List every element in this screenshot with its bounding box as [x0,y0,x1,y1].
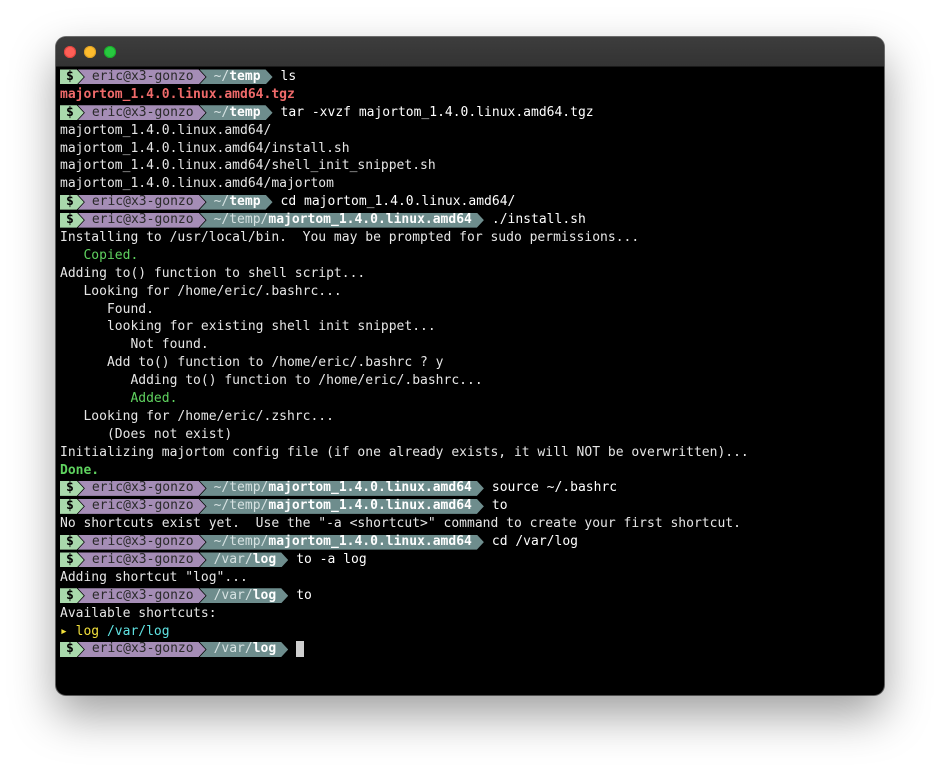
path-prefix: /var/ [213,641,253,657]
command-text: ./install.sh [491,212,586,228]
path-prefix: ~/temp/ [213,498,269,514]
prompt-user: eric@x3-gonzo [78,69,206,84]
prompt-path: /var/log [200,552,289,567]
output-line: Copied. [60,247,139,263]
path-current: majortom_1.4.0.linux.amd64 [268,534,472,550]
prompt-path: ~/temp/majortom_1.4.0.linux.amd64 [200,535,484,550]
prompt-path: ~/temp/majortom_1.4.0.linux.amd64 [200,213,484,228]
prompt-line: $ eric@x3-gonzo ~/temp tar -xvzf majorto… [60,104,880,122]
path-prefix: ~/temp/ [213,212,269,228]
path-current: log [252,587,277,603]
command-text: ls [280,69,297,84]
prompt-line: $ eric@x3-gonzo ~/temp/majortom_1.4.0.li… [60,533,880,551]
terminal-window: $ eric@x3-gonzo ~/temp ls majortom_1.4.0… [56,37,884,695]
output-line: Installing to /usr/local/bin. You may be… [60,230,640,246]
command-text: to [491,498,508,514]
prompt-user: eric@x3-gonzo [78,195,206,210]
prompt-user: eric@x3-gonzo [78,213,206,228]
prompt-path: /var/log [200,588,289,603]
terminal-screen[interactable]: $ eric@x3-gonzo ~/temp ls majortom_1.4.0… [60,68,880,691]
output-line: Add to() function to /home/eric/.bashrc … [60,355,444,371]
shortcut-name: log [75,623,100,639]
prompt-line: $ eric@x3-gonzo ~/temp/majortom_1.4.0.li… [60,479,880,497]
path-prefix: /var/ [213,587,253,603]
prompt-path: ~/temp/majortom_1.4.0.linux.amd64 [200,499,484,514]
path-current: log [252,641,277,657]
close-button[interactable] [64,46,76,58]
shortcut-entry: ▸ log /var/log [60,623,880,641]
prompt-path: ~/temp [200,105,273,120]
prompt-path: ~/temp/majortom_1.4.0.linux.amd64 [200,481,484,496]
command-text: cd /var/log [491,534,578,550]
prompt-line: $ eric@x3-gonzo ~/temp/majortom_1.4.0.li… [60,497,880,515]
zoom-button[interactable] [104,46,116,58]
minimize-button[interactable] [84,46,96,58]
output-line: looking for existing shell init snippet.… [60,319,436,335]
output-line: Not found. [60,337,209,353]
path-current: log [252,552,277,568]
prompt-line: $ eric@x3-gonzo ~/temp cd majortom_1.4.0… [60,193,880,211]
command-text: to [296,587,312,603]
command-text: source ~/.bashrc [491,480,618,496]
path-prefix: /var/ [213,552,253,568]
prompt-line: $ eric@x3-gonzo /var/log [60,641,880,659]
prompt-path: ~/temp [200,195,273,210]
output-line: Adding to() function to shell script... [60,265,366,281]
output-line: Adding shortcut "log"... [60,569,248,585]
output-line: (Does not exist) [60,426,233,442]
output-line: Looking for /home/eric/.zshrc... [60,408,334,424]
prompt-user: eric@x3-gonzo [78,481,206,496]
prompt-path: /var/log [200,642,289,657]
prompt-line: $ eric@x3-gonzo ~/temp/majortom_1.4.0.li… [60,211,880,229]
prompt-user: eric@x3-gonzo [78,499,206,514]
output-line: Available shortcuts: [60,605,217,621]
output-line: majortom_1.4.0.linux.amd64/shell_init_sn… [60,158,436,174]
arrow-icon: ▸ [60,623,68,639]
prompt-user: eric@x3-gonzo [78,535,206,550]
prompt-user: eric@x3-gonzo [78,105,206,120]
text-cursor[interactable] [296,641,305,658]
prompt-line: $ eric@x3-gonzo /var/log to [60,587,880,605]
path-current: temp [229,68,261,84]
output-line: majortom_1.4.0.linux.amd64.tgz [60,86,295,102]
path-prefix: ~/temp/ [213,480,269,496]
prompt-line: $ eric@x3-gonzo ~/temp ls [60,68,880,86]
prompt-user: eric@x3-gonzo [78,588,206,603]
command-text: to -a log [296,552,367,568]
path-prefix: ~/temp/ [213,534,269,550]
prompt-user: eric@x3-gonzo [78,642,206,657]
output-line: majortom_1.4.0.linux.amd64/ [60,122,272,138]
prompt-path: ~/temp [200,69,273,84]
output-line: majortom_1.4.0.linux.amd64/install.sh [60,140,350,156]
shortcut-path: /var/log [106,623,170,639]
output-line: No shortcuts exist yet. Use the "-a <sho… [60,516,741,532]
output-line: Added. [60,391,178,407]
path-prefix: ~/ [213,68,230,84]
output-line: majortom_1.4.0.linux.amd64/majortom [60,176,334,192]
output-line: Initializing majortom config file (if on… [60,444,749,460]
prompt-line: $ eric@x3-gonzo /var/log to -a log [60,551,880,569]
title-bar [56,37,884,67]
path-current: temp [229,194,261,210]
output-line: Found. [60,301,154,317]
path-prefix: ~/ [213,194,230,210]
output-line: Done. [60,462,100,478]
command-text: cd majortom_1.4.0.linux.amd64/ [280,194,516,210]
path-current: temp [229,104,261,120]
path-current: majortom_1.4.0.linux.amd64 [268,480,472,496]
prompt-user: eric@x3-gonzo [78,552,206,567]
command-text: tar -xvzf majortom_1.4.0.linux.amd64.tgz [280,104,594,120]
path-current: majortom_1.4.0.linux.amd64 [268,212,472,228]
path-prefix: ~/ [213,104,230,120]
output-line: Looking for /home/eric/.bashrc... [60,283,342,299]
path-current: majortom_1.4.0.linux.amd64 [268,498,472,514]
output-line: Adding to() function to /home/eric/.bash… [60,373,483,389]
